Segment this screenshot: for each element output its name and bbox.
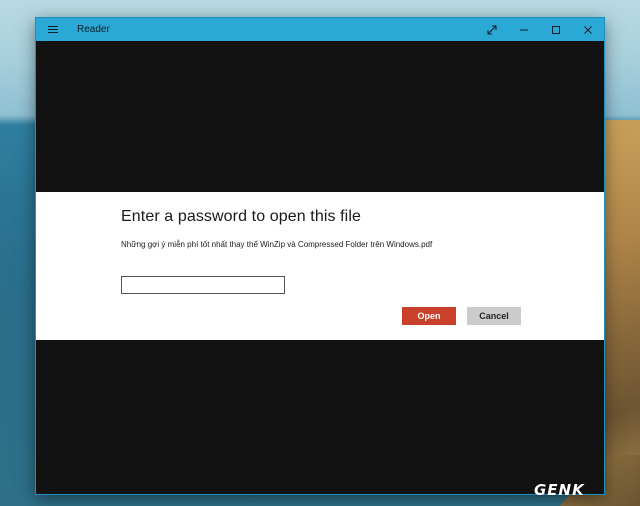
file-name: Những gợi ý miễn phí tốt nhất thay thế W… (121, 240, 433, 249)
password-input[interactable] (121, 276, 285, 294)
window-controls (476, 18, 604, 41)
rock-cliff (598, 120, 640, 506)
hamburger-icon[interactable] (36, 18, 69, 41)
expand-icon[interactable] (476, 18, 508, 41)
dialog-heading: Enter a password to open this file (121, 208, 361, 225)
minimize-icon[interactable] (508, 18, 540, 41)
maximize-icon[interactable] (540, 18, 572, 41)
title-bar: Reader (36, 18, 604, 41)
app-title: Reader (77, 24, 110, 35)
reader-window: Reader Enter a password to open this fil… (36, 18, 604, 494)
open-button[interactable]: Open (402, 307, 456, 325)
password-dialog: Enter a password to open this file Những… (36, 192, 604, 340)
cancel-button[interactable]: Cancel (467, 307, 521, 325)
close-icon[interactable] (572, 18, 604, 41)
watermark-logo: GENK (534, 481, 585, 499)
